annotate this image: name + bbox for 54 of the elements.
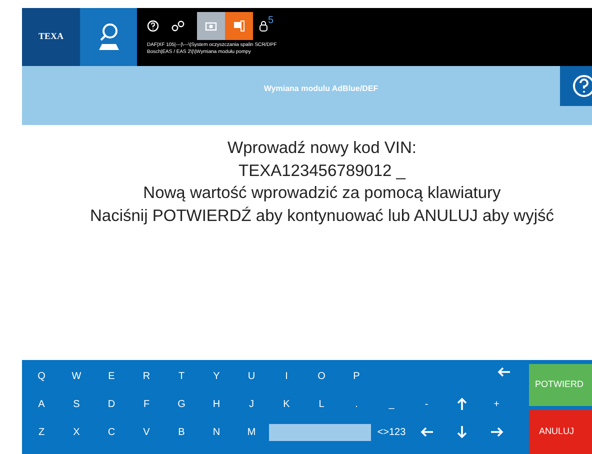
keyboard-key[interactable]: E bbox=[94, 362, 129, 390]
instruction-text: Naciśnij POTWIERDŹ aby kontynuować lub ANULUJ aby wyjść bbox=[90, 206, 554, 226]
keyboard-key[interactable]: Z bbox=[24, 418, 59, 446]
keyboard-key[interactable]: I bbox=[269, 362, 304, 390]
keyboard-key[interactable]: K bbox=[269, 390, 304, 418]
instruction-text: Wprowadź nowy kod VIN: bbox=[228, 138, 416, 159]
keyboard-key[interactable]: C bbox=[94, 418, 129, 446]
lock-icon[interactable] bbox=[259, 20, 268, 32]
horizontal-arrow-icon bbox=[420, 426, 434, 438]
instruction-text: Nową wartość wprowadzić za pomocą klawiatury bbox=[143, 183, 501, 204]
keyboard-key[interactable]: X bbox=[59, 418, 94, 446]
keyboard-key[interactable]: M bbox=[234, 418, 269, 446]
logo[interactable]: TEXA bbox=[22, 8, 80, 66]
help-icon[interactable] bbox=[147, 20, 159, 32]
help-button[interactable] bbox=[560, 66, 592, 106]
keyboard-key[interactable]: B bbox=[164, 418, 199, 446]
keyboard-key[interactable]: H bbox=[199, 390, 234, 418]
keyboard-key[interactable]: _ bbox=[374, 390, 409, 418]
keyboard-key[interactable]: S bbox=[59, 390, 94, 418]
keyboard-key[interactable]: L bbox=[304, 390, 339, 418]
backspace-icon bbox=[497, 366, 511, 378]
keyboard-key[interactable]: T bbox=[164, 362, 199, 390]
device-icon bbox=[233, 20, 245, 32]
keyboard-key[interactable]: N bbox=[199, 418, 234, 446]
keyboard-key[interactable]: Y bbox=[199, 362, 234, 390]
keyboard-key[interactable]: - bbox=[409, 390, 444, 418]
instruction-text: TEXA123456789012 _ bbox=[238, 160, 406, 182]
keyboard-key[interactable]: . bbox=[339, 390, 374, 418]
keyboard-key[interactable]: J bbox=[234, 390, 269, 418]
lock-count: 5 bbox=[268, 16, 274, 26]
keyboard-key[interactable]: U bbox=[234, 362, 269, 390]
keyboard-key[interactable]: G bbox=[164, 390, 199, 418]
vertical-arrow-icon bbox=[456, 397, 468, 411]
cancel-button[interactable]: ANULUJ bbox=[529, 410, 592, 454]
link-icon[interactable] bbox=[171, 20, 185, 32]
keyboard-key[interactable]: Q bbox=[24, 362, 59, 390]
keyboard-key[interactable]: P bbox=[339, 362, 374, 390]
keyboard-key[interactable]: R bbox=[129, 362, 164, 390]
vertical-arrow-icon bbox=[456, 425, 468, 439]
space-key[interactable] bbox=[269, 424, 371, 440]
keyboard-key[interactable]: O bbox=[304, 362, 339, 390]
keyboard-key[interactable]: F bbox=[129, 390, 164, 418]
horizontal-arrow-icon bbox=[490, 426, 504, 438]
keyboard-key[interactable]: D bbox=[94, 390, 129, 418]
page-title: Wymiana modulu AdBlue/DEF bbox=[264, 82, 378, 94]
keyboard-key[interactable]: + bbox=[479, 390, 514, 418]
device-button[interactable] bbox=[225, 12, 253, 40]
keyboard-key[interactable]: A bbox=[24, 390, 59, 418]
keyboard-key[interactable]: W bbox=[59, 362, 94, 390]
keyboard-key[interactable]: V bbox=[129, 418, 164, 446]
vehicle-search-button[interactable] bbox=[80, 8, 137, 66]
confirm-button[interactable]: POTWIERD bbox=[529, 364, 592, 406]
keyboard-key[interactable]: <>123 bbox=[374, 418, 409, 446]
camera-icon bbox=[205, 21, 217, 31]
